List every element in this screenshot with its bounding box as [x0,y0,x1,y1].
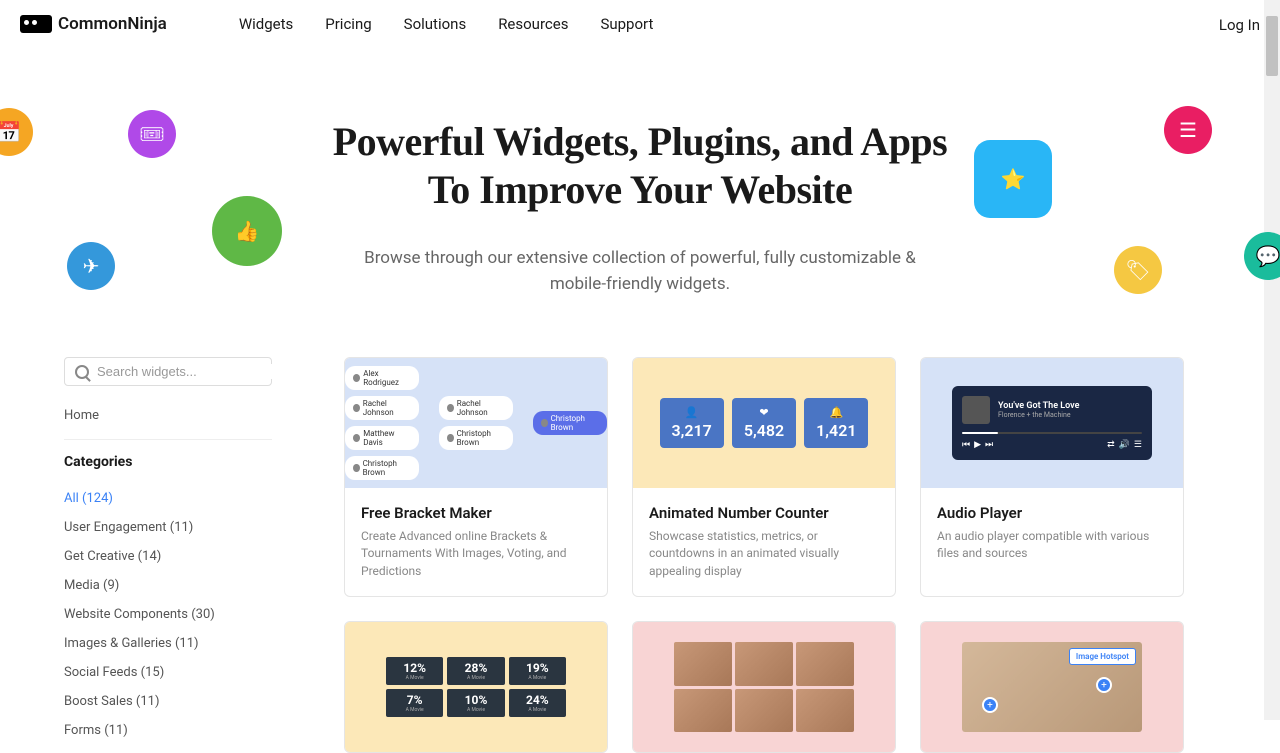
card-desc: An audio player compatible with various … [937,528,1167,563]
card-title: Audio Player [937,504,1167,522]
main-area: Home Categories All (124) User Engagemen… [0,357,1280,753]
card-image: Alex Rodriguez Rachel Johnson Matthew Da… [345,358,607,488]
logo[interactable]: CommonNinja [20,14,167,34]
categories-list: All (124) User Engagement (11) Get Creat… [64,484,272,745]
search-icon [75,365,89,379]
cat-social-feeds[interactable]: Social Feeds (15) [64,658,272,687]
nav-pricing[interactable]: Pricing [325,15,371,33]
sidebar: Home Categories All (124) User Engagemen… [64,357,272,753]
cat-website-components[interactable]: Website Components (30) [64,600,272,629]
cat-images-galleries[interactable]: Images & Galleries (11) [64,629,272,658]
before-visual: 12%A Movie 28%A Movie 19%A Movie 7%A Mov… [386,657,566,717]
nav-widgets[interactable]: Widgets [239,15,293,33]
hotspot-dot-icon: + [982,697,998,713]
bracket-visual: Alex Rodriguez Rachel Johnson Matthew Da… [345,366,607,480]
menu-icon: ☰ [1134,440,1142,450]
volume-icon: 🔊 [1119,440,1130,450]
card-audio-player[interactable]: You've Got The Love Florence + the Machi… [920,357,1184,597]
play-icon: ▶ [974,440,981,450]
brand-name: CommonNinja [58,14,167,34]
hero-title-line1: Powerful Widgets, Plugins, and Apps [333,119,948,164]
hero-subtitle: Browse through our extensive collection … [360,246,920,297]
card-title: Animated Number Counter [649,504,879,522]
counter-visual: 👤3,217 ❤5,482 🔔1,421 [660,398,869,448]
card-title: Free Bracket Maker [361,504,591,522]
nav-right: Log In [1219,15,1260,34]
card-photo-grid[interactable] [632,621,896,753]
card-image: 12%A Movie 28%A Movie 19%A Movie 7%A Mov… [345,622,607,752]
prev-icon: ⏮ [962,440,970,450]
card-before-after[interactable]: 12%A Movie 28%A Movie 19%A Movie 7%A Mov… [344,621,608,753]
shuffle-icon: ⇄ [1107,440,1115,450]
top-nav: CommonNinja Widgets Pricing Solutions Re… [0,0,1280,48]
card-bracket-maker[interactable]: Alex Rodriguez Rachel Johnson Matthew Da… [344,357,608,597]
card-image: 👤3,217 ❤5,482 🔔1,421 [633,358,895,488]
hotspot-dot-icon: + [1096,677,1112,693]
next-icon: ⏭ [985,440,993,450]
cards-grid: Alex Rodriguez Rachel Johnson Matthew Da… [344,357,1216,753]
cat-forms[interactable]: Forms (11) [64,716,272,745]
nav-links: Widgets Pricing Solutions Resources Supp… [239,15,654,33]
hotspot-label: Image Hotspot [1069,648,1136,665]
hero-title: Powerful Widgets, Plugins, and Apps To I… [20,118,1260,214]
photo-visual [674,642,854,732]
sidebar-home[interactable]: Home [64,400,272,431]
nav-solutions[interactable]: Solutions [404,15,467,33]
categories-title: Categories [64,454,272,470]
card-desc: Create Advanced online Brackets & Tourna… [361,528,591,580]
cat-get-creative[interactable]: Get Creative (14) [64,542,272,571]
card-image: Image Hotspot + + [921,622,1183,752]
search-input[interactable] [97,364,273,379]
search-box[interactable] [64,357,272,386]
card-image [633,622,895,752]
hero-title-line2: To Improve Your Website [428,167,853,212]
nav-resources[interactable]: Resources [498,15,568,33]
cat-media[interactable]: Media (9) [64,571,272,600]
card-desc: Showcase statistics, metrics, or countdo… [649,528,879,580]
cat-user-engagement[interactable]: User Engagement (11) [64,513,272,542]
card-image-hotspot[interactable]: Image Hotspot + + [920,621,1184,753]
card-image: You've Got The Love Florence + the Machi… [921,358,1183,488]
card-number-counter[interactable]: 👤3,217 ❤5,482 🔔1,421 Animated Number Cou… [632,357,896,597]
cat-boost-sales[interactable]: Boost Sales (11) [64,687,272,716]
nav-support[interactable]: Support [600,15,653,33]
login-link[interactable]: Log In [1219,16,1260,34]
hero: Powerful Widgets, Plugins, and Apps To I… [0,48,1280,357]
audio-visual: You've Got The Love Florence + the Machi… [952,386,1152,460]
cat-all[interactable]: All (124) [64,484,272,513]
sidebar-divider [64,439,272,440]
hotspot-visual: Image Hotspot + + [962,642,1142,732]
logo-icon [20,15,52,33]
